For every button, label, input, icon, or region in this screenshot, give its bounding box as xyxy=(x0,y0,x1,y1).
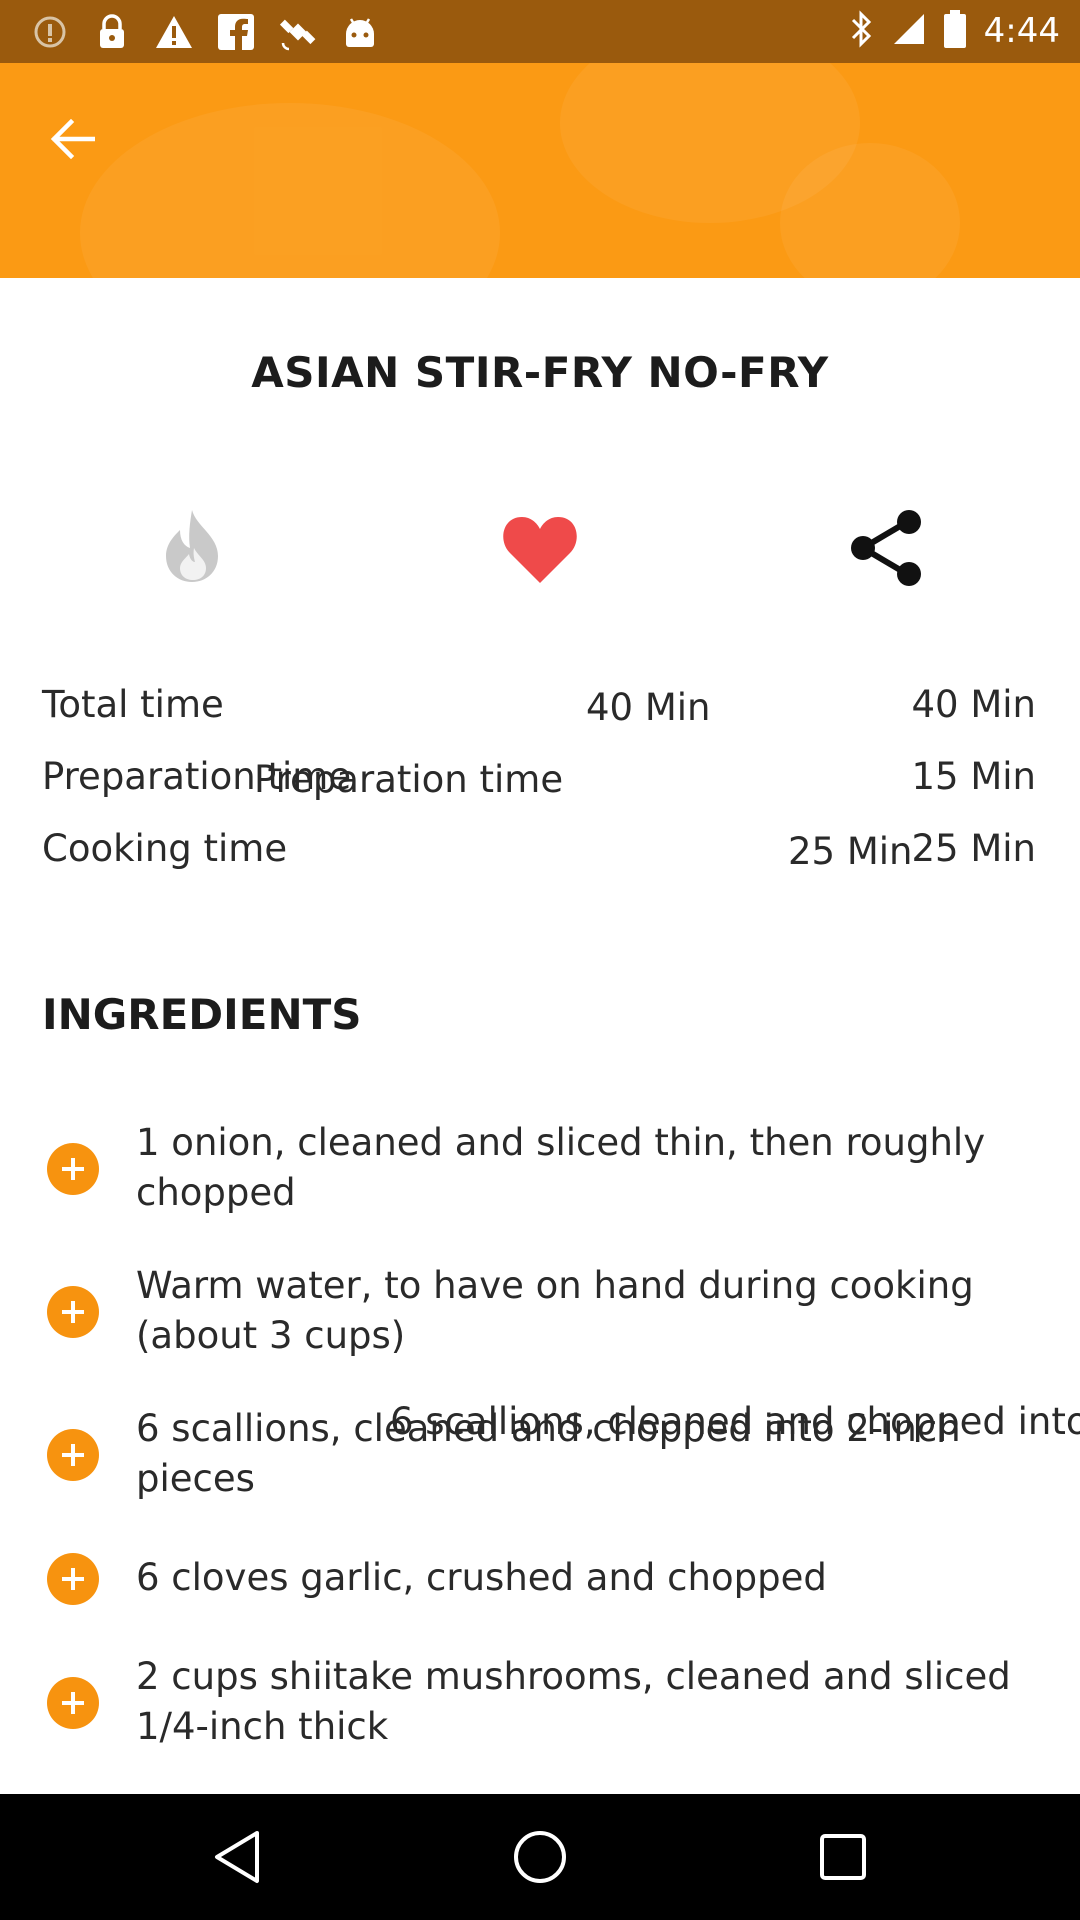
prep-time-mid-label: Preparation time xyxy=(254,758,564,801)
plus-icon xyxy=(62,1158,84,1180)
ingredient-text: 6 cloves garlic, crushed and chopped xyxy=(136,1556,827,1599)
plus-icon xyxy=(62,1301,84,1323)
nav-back-button[interactable] xyxy=(204,1824,270,1890)
ingredient-text: Warm water, to have on hand during cooki… xyxy=(136,1264,974,1357)
ingredient-text: 2 cups shiitake mushrooms, cleaned and s… xyxy=(136,1655,1011,1748)
recipe-title: ASIAN STIR-FRY NO-FRY xyxy=(251,348,829,397)
status-bar: 4:44 xyxy=(0,0,1080,63)
total-time-mid-value: 40 Min xyxy=(586,686,711,729)
status-icons-right: 4:44 xyxy=(850,10,1060,52)
add-ingredient-button[interactable] xyxy=(47,1677,99,1729)
plus-icon xyxy=(62,1444,84,1466)
cooking-time-value: 25 Min xyxy=(911,827,1037,870)
battery-icon xyxy=(943,10,966,52)
flame-icon xyxy=(166,510,218,582)
lock-icon xyxy=(90,10,134,54)
share-icon xyxy=(851,510,921,586)
ingredient-overlay-text: 6 scallions, cleaned and chopped into 2-… xyxy=(390,1400,1080,1443)
prep-time-value: 15 Min xyxy=(911,755,1037,798)
ingredients-title: INGREDIENTS xyxy=(42,990,362,1039)
status-time: 4:44 xyxy=(983,11,1060,51)
calories-button[interactable] xyxy=(160,508,224,584)
add-ingredient-button[interactable] xyxy=(47,1553,99,1605)
nav-recents-icon xyxy=(820,1834,866,1880)
bluetooth-icon xyxy=(850,10,874,52)
system-nav-bar xyxy=(0,1794,1080,1920)
add-ingredient-button[interactable] xyxy=(47,1429,99,1481)
arrow-left-icon xyxy=(50,119,95,159)
alert-circle-icon xyxy=(28,10,72,54)
total-time-label: Total time xyxy=(42,683,224,726)
cooking-time-mid-value: 25 Min xyxy=(788,830,913,873)
back-button[interactable] xyxy=(44,111,100,167)
facebook-icon xyxy=(214,10,258,54)
ingredient-text: 1 onion, cleaned and sliced thin, then r… xyxy=(136,1121,986,1214)
nav-back-icon xyxy=(215,1831,259,1883)
cooking-time-label: Cooking time xyxy=(42,827,288,870)
share-button[interactable] xyxy=(848,508,924,588)
cell-signal-icon xyxy=(892,12,926,50)
plus-icon xyxy=(62,1692,84,1714)
total-time-value: 40 Min xyxy=(911,683,1037,726)
nav-home-button[interactable] xyxy=(507,1824,573,1890)
recipe-header-image xyxy=(0,63,1080,278)
warning-icon xyxy=(152,10,196,54)
header-blob xyxy=(80,103,500,278)
plus-icon xyxy=(62,1568,84,1590)
heart-icon xyxy=(503,517,577,583)
add-ingredient-button[interactable] xyxy=(47,1286,99,1338)
add-ingredient-button[interactable] xyxy=(47,1143,99,1195)
status-icons-left xyxy=(28,10,382,54)
android-icon xyxy=(338,10,382,54)
nav-recents-button[interactable] xyxy=(810,1824,876,1890)
satellite-icon xyxy=(276,10,320,54)
favorite-button[interactable] xyxy=(498,512,582,586)
nav-home-icon xyxy=(514,1831,566,1883)
